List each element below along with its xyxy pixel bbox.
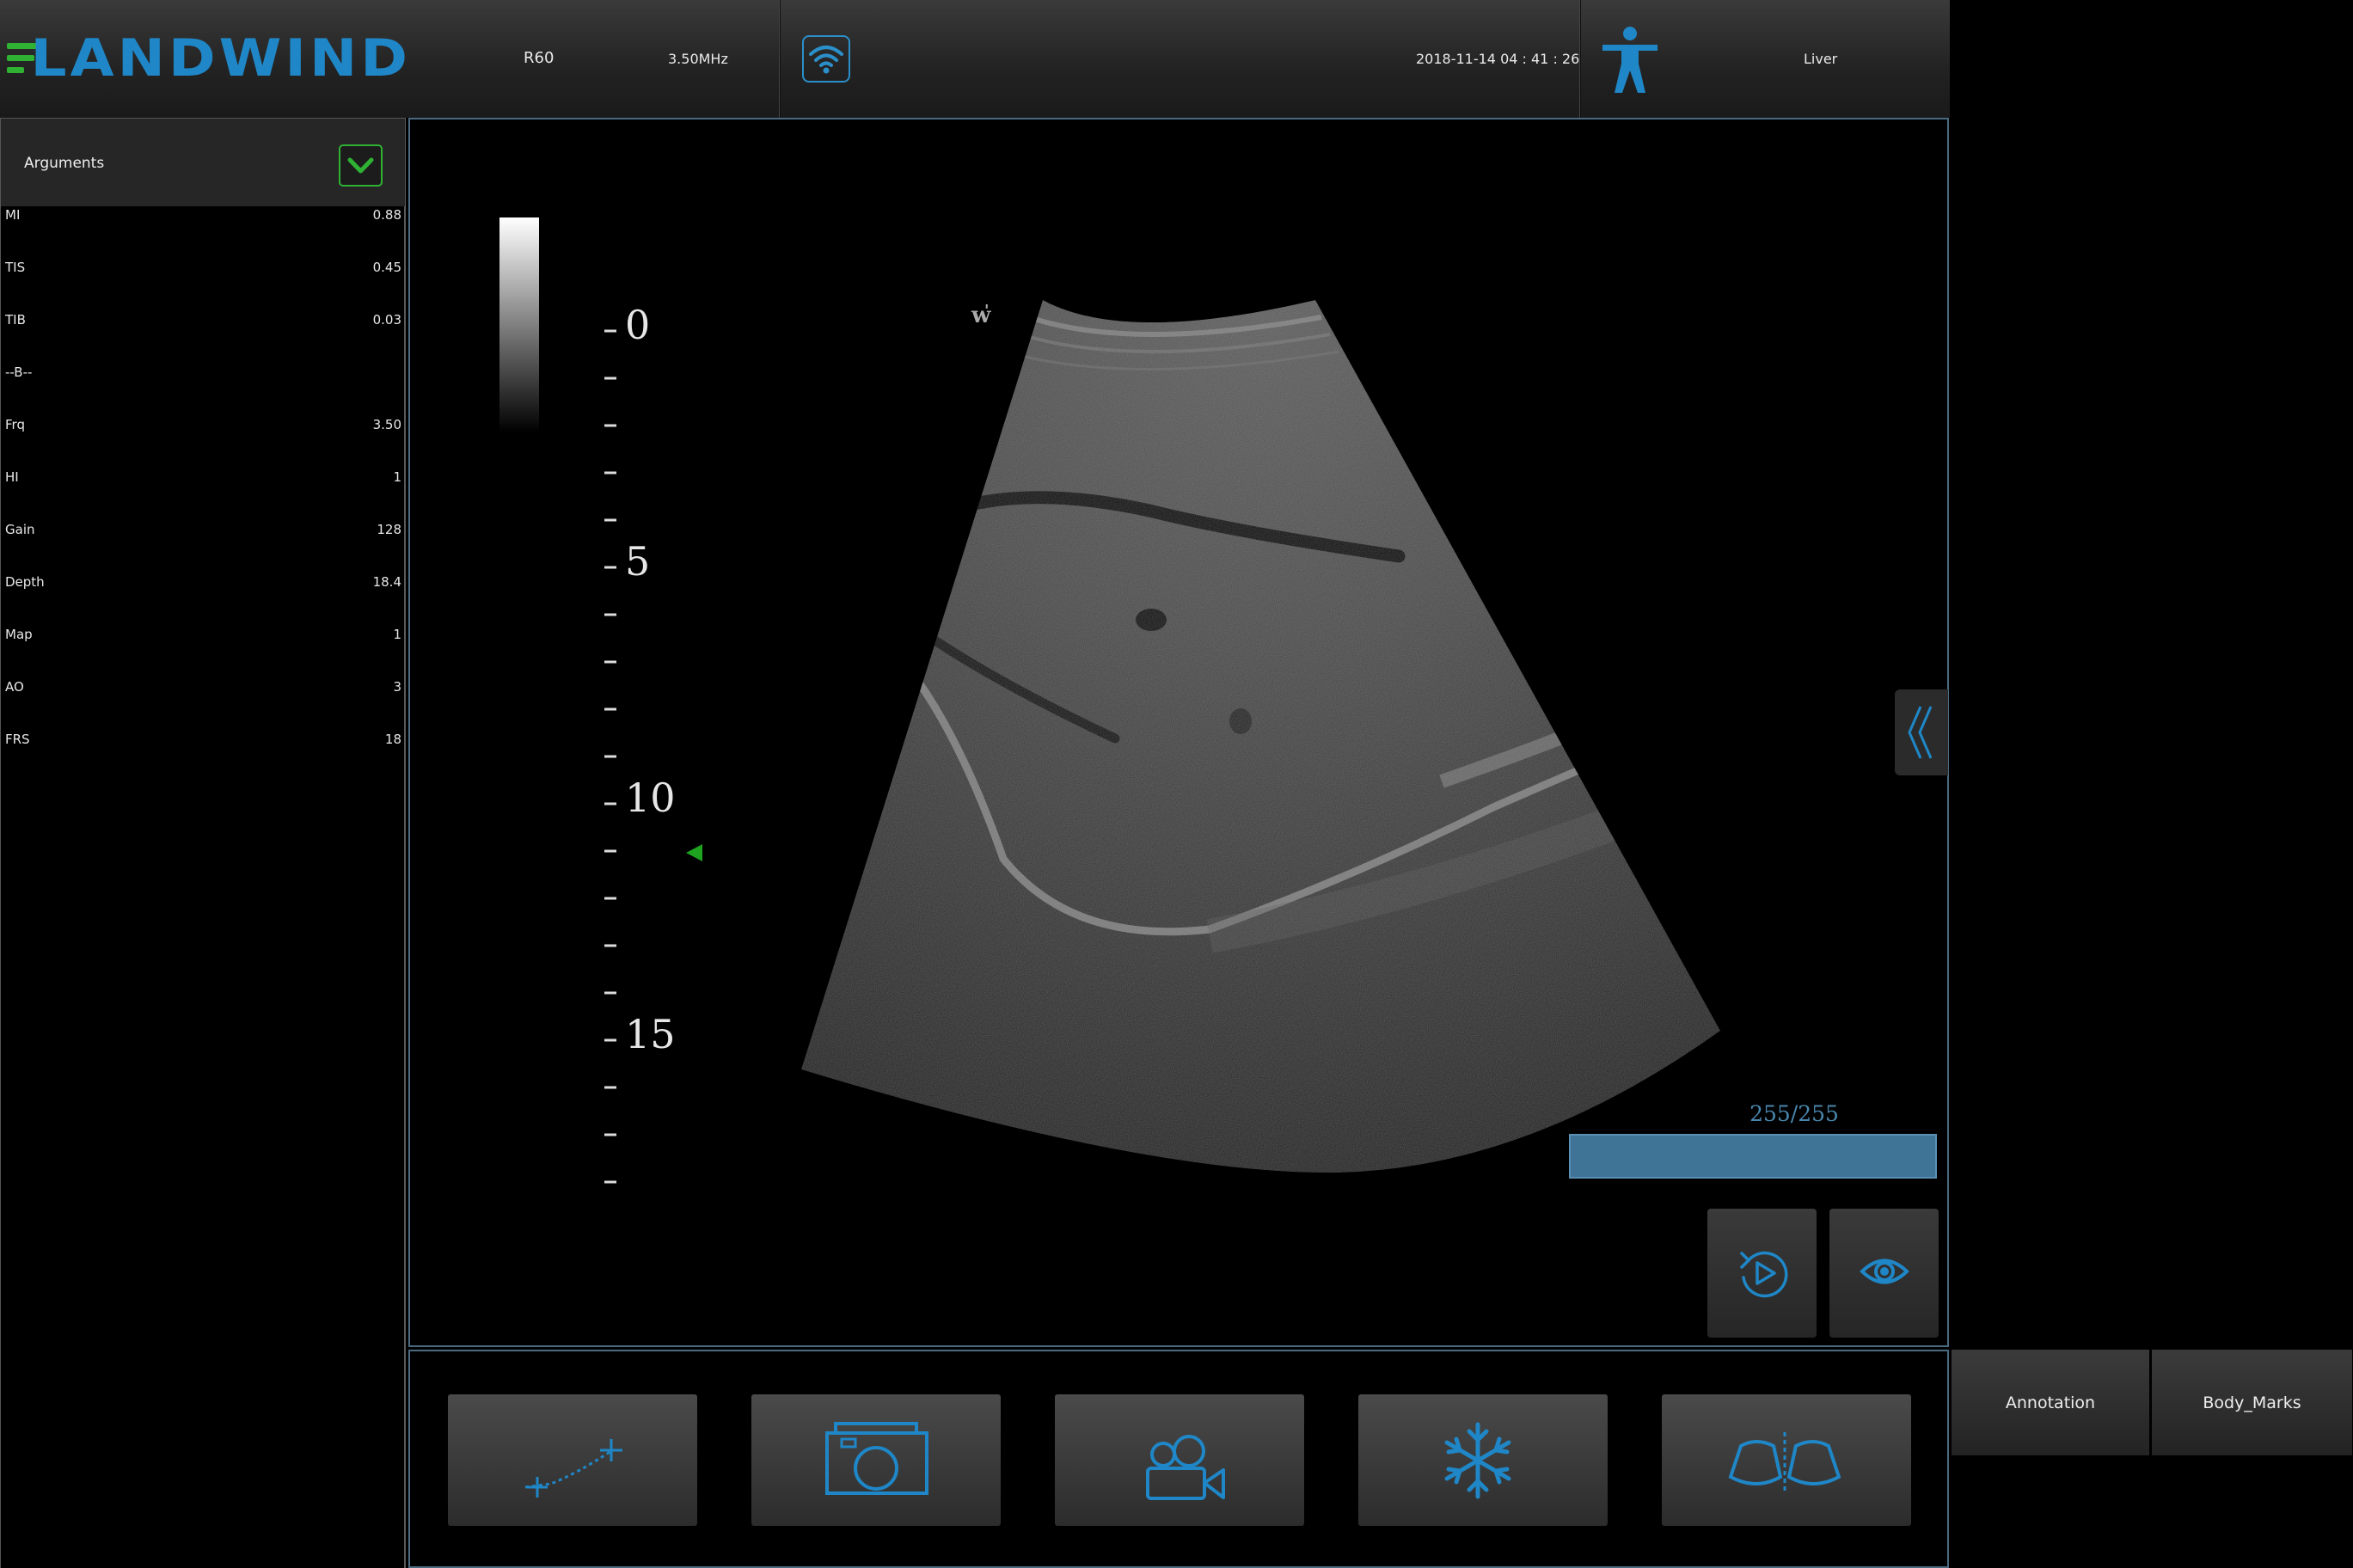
datetime-label: 2018-11-14 04 : 41 : 26: [1416, 51, 1580, 67]
argument-value: 0.88: [372, 207, 401, 223]
preset-label: Liver: [1804, 51, 1838, 67]
argument-row: TIB 0.03: [1, 312, 405, 338]
argument-value: 18.4: [372, 574, 401, 590]
cine-progress-bar[interactable]: [1569, 1134, 1937, 1179]
argument-key: Gain: [5, 522, 35, 537]
depth-label: 5: [625, 538, 650, 585]
freeze-button[interactable]: [1358, 1394, 1608, 1526]
top-bar: LANDWIND R60 3.50MHz 2018-11-14 04 : 41 …: [0, 0, 1950, 118]
argument-row: Frq 3.50: [1, 417, 405, 443]
body-person-icon[interactable]: [1599, 26, 1661, 95]
dual-view-icon: [1728, 1432, 1841, 1494]
argument-value: 3.50: [372, 417, 401, 432]
video-camera-icon: [1146, 1435, 1225, 1500]
eye-icon: [1860, 1259, 1909, 1284]
arguments-header: Arguments: [1, 119, 405, 206]
argument-row: TIS 0.45: [1, 260, 405, 285]
record-video-button[interactable]: [1055, 1394, 1304, 1526]
argument-value: 128: [377, 522, 401, 537]
depth-label: 15: [625, 1011, 676, 1057]
arguments-collapse-button[interactable]: [339, 144, 383, 187]
annotation-tab[interactable]: Annotation: [1952, 1350, 2149, 1455]
argument-row: HI 1: [1, 469, 405, 495]
argument-row: AO 3: [1, 679, 405, 705]
grayscale-bar: [499, 217, 539, 432]
arguments-panel: Arguments MI 0.88 TIS 0.45 TIB 0.03 --B-- Frq 3.…: [0, 118, 406, 1568]
logo-mark-icon: [7, 41, 45, 76]
argument-key: --B--: [5, 364, 33, 380]
argument-row: Gain 128: [1, 522, 405, 548]
frequency-label: 3.50MHz: [668, 51, 728, 67]
measure-button[interactable]: [448, 1394, 697, 1526]
argument-row: FRS 18: [1, 732, 405, 757]
argument-row: --B--: [1, 364, 405, 390]
argument-key: AO: [5, 679, 24, 695]
replay-icon: [1740, 1251, 1788, 1298]
bottom-toolbar: [408, 1350, 1949, 1568]
depth-label: 10: [625, 775, 676, 821]
argument-value: 18: [384, 732, 401, 747]
measure-icon: [524, 1439, 622, 1498]
ultrasound-image-panel[interactable]: w ' 0 5 10 15 255/255: [408, 118, 1949, 1347]
snapshot-button[interactable]: [751, 1394, 1001, 1526]
argument-key: TIS: [5, 260, 26, 275]
argument-key: Frq: [5, 417, 25, 432]
argument-key: Map: [5, 627, 33, 642]
argument-row: Map 1: [1, 627, 405, 652]
argument-value: 0.03: [372, 312, 401, 328]
argument-row: MI 0.88: [1, 207, 405, 233]
argument-key: TIB: [5, 312, 26, 328]
camera-icon: [825, 1422, 928, 1495]
svg-text:': ': [984, 302, 990, 320]
argument-key: HI: [5, 469, 19, 485]
brand-name: LANDWIND: [30, 28, 411, 89]
wifi-icon[interactable]: [802, 35, 850, 83]
expand-panel-button[interactable]: [1895, 689, 1948, 775]
cine-counter: 255/255: [1749, 1101, 1839, 1126]
probe-label: R60: [524, 49, 555, 67]
argument-value: 1: [393, 627, 401, 642]
argument-value: 3: [393, 679, 401, 695]
replay-button[interactable]: [1707, 1209, 1817, 1338]
chevron-down-icon: [347, 157, 374, 174]
depth-scale: 0 5 10 15: [604, 302, 676, 1184]
freeze-icon: [1444, 1422, 1511, 1499]
view-button[interactable]: [1829, 1209, 1939, 1338]
brand-logo: LANDWIND: [7, 33, 411, 84]
argument-row: Depth 18.4: [1, 574, 405, 600]
argument-value: 1: [393, 469, 401, 485]
arguments-title: Arguments: [24, 155, 105, 172]
argument-key: FRS: [5, 732, 30, 747]
depth-label: 0: [625, 302, 650, 348]
argument-key: MI: [5, 207, 21, 223]
dual-view-button[interactable]: [1662, 1394, 1911, 1526]
argument-key: Depth: [5, 574, 45, 590]
body-marks-tab[interactable]: Body_Marks: [2152, 1350, 2352, 1455]
double-chevron-left-icon: [1908, 706, 1933, 759]
argument-value: 0.45: [372, 260, 401, 275]
